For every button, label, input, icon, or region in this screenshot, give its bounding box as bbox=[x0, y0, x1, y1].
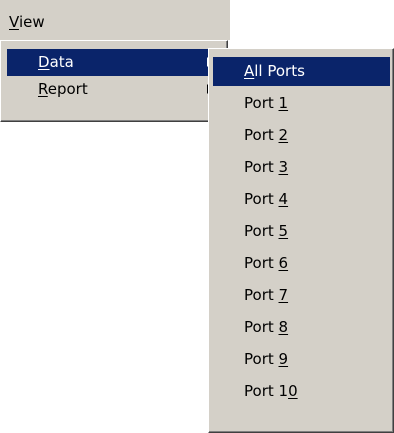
submenu-item-port-1-label: Port 1 bbox=[244, 89, 288, 118]
submenu-item-port-2-label: Port 2 bbox=[244, 121, 288, 150]
submenu-item-port-5[interactable]: Port 5 bbox=[213, 217, 390, 246]
submenu-item-port-9[interactable]: Port 9 bbox=[213, 345, 390, 374]
menu-bar: View bbox=[0, 0, 230, 40]
item-mnemonic: 7 bbox=[278, 286, 289, 304]
item-prefix: Port bbox=[244, 126, 279, 144]
view-menu: Data Report bbox=[0, 40, 228, 122]
submenu-item-port-5-label: Port 5 bbox=[244, 217, 288, 246]
item-prefix: Port bbox=[244, 350, 279, 368]
submenu-item-port-9-label: Port 9 bbox=[244, 345, 288, 374]
submenu-item-port-2[interactable]: Port 2 bbox=[213, 121, 390, 150]
menu-item-report[interactable]: Report bbox=[7, 76, 220, 103]
item-prefix: Port bbox=[244, 222, 279, 240]
item-prefix: Port 1 bbox=[244, 382, 289, 400]
item-mnemonic: 8 bbox=[278, 318, 289, 336]
submenu-item-port-4[interactable]: Port 4 bbox=[213, 185, 390, 214]
menu-item-data-label: Data bbox=[38, 49, 74, 76]
item-mnemonic: A bbox=[244, 62, 255, 80]
submenu-item-port-4-label: Port 4 bbox=[244, 185, 288, 214]
item-mnemonic: 4 bbox=[278, 190, 289, 208]
submenu-item-port-3[interactable]: Port 3 bbox=[213, 153, 390, 182]
item-mnemonic: 6 bbox=[278, 254, 289, 272]
submenu-item-port-1[interactable]: Port 1 bbox=[213, 89, 390, 118]
submenu-item-port-10[interactable]: Port 10 bbox=[213, 377, 390, 406]
item-mnemonic: 9 bbox=[278, 350, 289, 368]
menu-item-report-mnemonic: R bbox=[38, 80, 48, 98]
submenu-item-port-8-label: Port 8 bbox=[244, 313, 288, 342]
submenu-item-port-8[interactable]: Port 8 bbox=[213, 313, 390, 342]
submenu-item-port-10-label: Port 10 bbox=[244, 377, 298, 406]
submenu-item-port-6[interactable]: Port 6 bbox=[213, 249, 390, 278]
item-mnemonic: 0 bbox=[288, 382, 298, 400]
item-prefix: Port bbox=[244, 318, 279, 336]
item-prefix: Port bbox=[244, 190, 279, 208]
item-mnemonic: 5 bbox=[278, 222, 289, 240]
menu-item-data-mnemonic: D bbox=[38, 53, 50, 71]
menu-item-data[interactable]: Data bbox=[7, 49, 220, 76]
submenu-item-port-6-label: Port 6 bbox=[244, 249, 288, 278]
submenu-item-port-3-label: Port 3 bbox=[244, 153, 288, 182]
submenu-item-port-7-label: Port 7 bbox=[244, 281, 288, 310]
item-prefix: Port bbox=[244, 286, 279, 304]
item-mnemonic: 1 bbox=[278, 94, 289, 112]
item-suffix: ll Ports bbox=[254, 62, 305, 80]
item-mnemonic: 2 bbox=[278, 126, 289, 144]
data-submenu: All Ports Port 1 Port 2 Port 3 Port 4 Po… bbox=[208, 48, 394, 433]
submenu-item-port-7[interactable]: Port 7 bbox=[213, 281, 390, 310]
menu-item-report-label: Report bbox=[38, 76, 88, 103]
menu-item-data-text: ata bbox=[49, 53, 74, 71]
menu-view-label: iew bbox=[18, 13, 45, 31]
menu-view-mnemonic: V bbox=[9, 13, 19, 31]
item-mnemonic: 3 bbox=[278, 158, 289, 176]
item-prefix: Port bbox=[244, 254, 279, 272]
menu-view[interactable]: View bbox=[9, 11, 45, 33]
submenu-item-all-ports[interactable]: All Ports bbox=[213, 57, 390, 86]
submenu-item-all-ports-label: All Ports bbox=[244, 57, 305, 86]
item-prefix: Port bbox=[244, 158, 279, 176]
menu-item-report-text: eport bbox=[47, 80, 88, 98]
item-prefix: Port bbox=[244, 94, 279, 112]
